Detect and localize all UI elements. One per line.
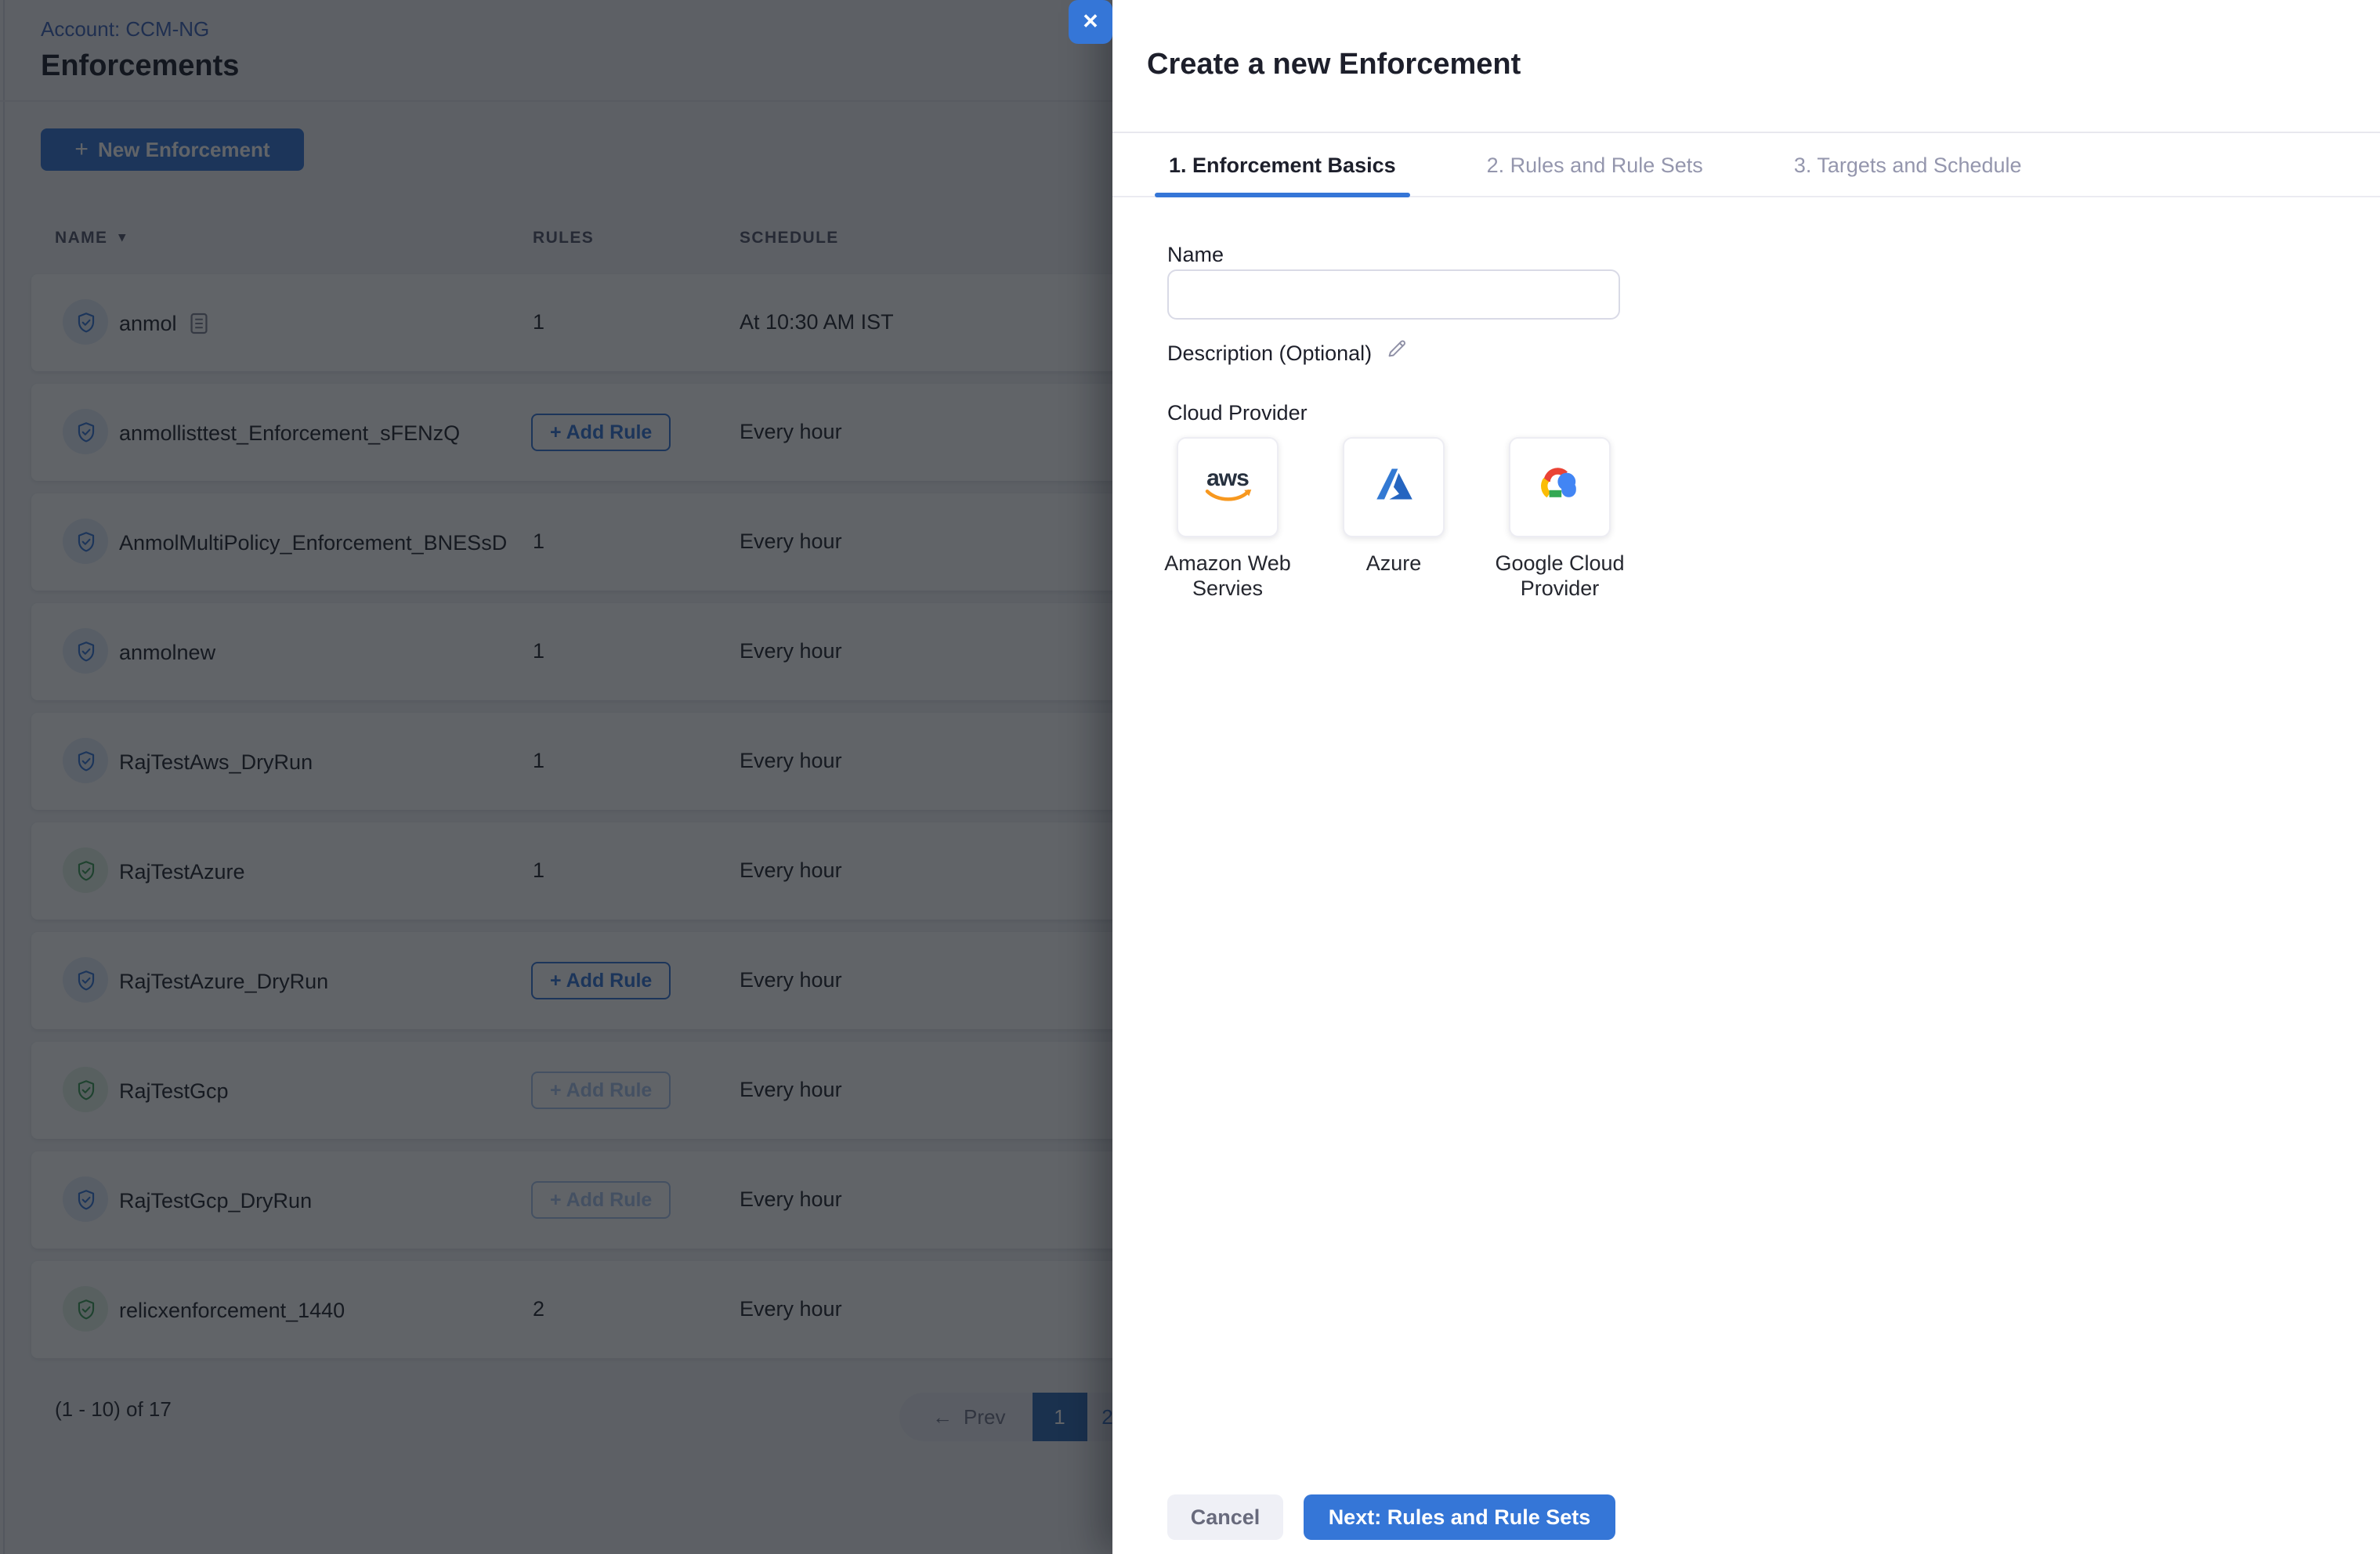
name-label: Name (1167, 243, 1224, 266)
azure-logo-icon (1373, 464, 1414, 510)
cloud-provider-card[interactable]: aws (1177, 437, 1279, 537)
cloud-provider-option: Azure (1343, 437, 1445, 575)
create-enforcement-drawer: Create a new Enforcement 1. Enforcement … (1112, 0, 2380, 1554)
cancel-button[interactable]: Cancel (1167, 1494, 1283, 1540)
wizard-tab[interactable]: 1. Enforcement Basics (1155, 133, 1410, 197)
cloud-provider-name: Amazon Web Servies (1164, 551, 1291, 599)
aws-logo-icon: aws (1204, 467, 1251, 504)
description-row: Description (Optional) (1167, 338, 1406, 367)
edit-description-button[interactable] (1386, 338, 1406, 367)
app-root: Account: CCM-NG Enforcements + New Enfor… (0, 0, 2380, 1554)
cloud-provider-option: Google Cloud Provider (1495, 437, 1625, 599)
close-drawer-button[interactable]: ✕ (1069, 0, 1112, 44)
close-icon: ✕ (1082, 9, 1099, 33)
wizard-tab[interactable]: 2. Rules and Rule Sets (1473, 133, 1717, 196)
name-input[interactable] (1167, 269, 1620, 320)
gcp-logo-icon (1536, 464, 1583, 510)
pencil-icon (1386, 338, 1406, 367)
cloud-provider-label: Cloud Provider (1167, 401, 1308, 425)
cloud-provider-card[interactable] (1509, 437, 1611, 537)
wizard-tab[interactable]: 3. Targets and Schedule (1780, 133, 2036, 196)
description-label: Description (Optional) (1167, 341, 1373, 364)
cloud-provider-name: Google Cloud Provider (1495, 551, 1625, 599)
drawer-title: Create a new Enforcement (1147, 49, 1521, 81)
cloud-provider-name: Azure (1365, 551, 1422, 575)
cloud-provider-option: aws Amazon Web Servies (1164, 437, 1291, 599)
wizard-tabs: 1. Enforcement Basics 2. Rules and Rule … (1112, 132, 2380, 197)
next-button[interactable]: Next: Rules and Rule Sets (1304, 1494, 1615, 1540)
cloud-provider-options: aws Amazon Web Servies Azure Google Clou… (1164, 437, 1625, 599)
cloud-provider-card[interactable] (1343, 437, 1445, 537)
